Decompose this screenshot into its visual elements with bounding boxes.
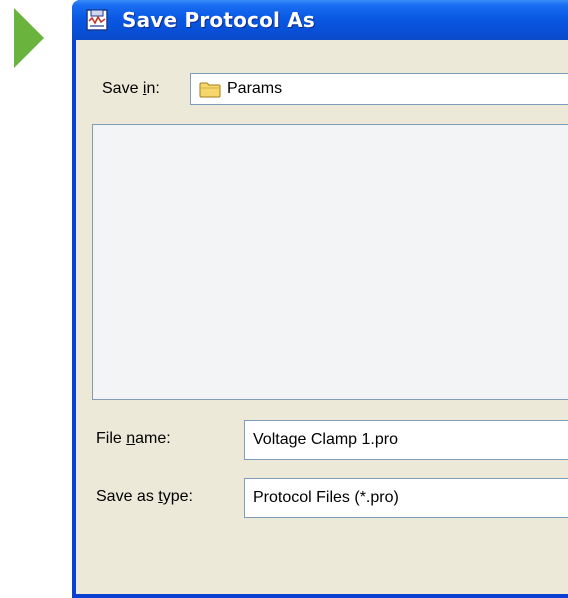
save-protocol-dialog: Save Protocol As Save in: Params File na… — [72, 0, 568, 598]
save-in-dropdown[interactable]: Params — [190, 73, 568, 105]
folder-icon — [199, 81, 221, 98]
save-protocol-icon — [86, 9, 108, 31]
save-as-type-label: Save as type: — [96, 488, 193, 505]
save-as-type-value: Protocol Files (*.pro) — [253, 489, 399, 506]
save-as-type-dropdown[interactable]: Protocol Files (*.pro) — [244, 478, 568, 518]
save-in-value: Params — [227, 80, 283, 97]
file-name-input[interactable] — [244, 420, 568, 460]
save-in-label: Save in: — [102, 80, 160, 97]
dialog-body: Save in: Params File name: Save as type:… — [76, 40, 568, 594]
play-arrow-icon — [14, 8, 44, 68]
file-list[interactable] — [92, 124, 568, 400]
dialog-title: Save Protocol As — [122, 8, 316, 32]
title-bar[interactable]: Save Protocol As — [72, 0, 568, 40]
file-name-label: File name: — [96, 430, 171, 447]
